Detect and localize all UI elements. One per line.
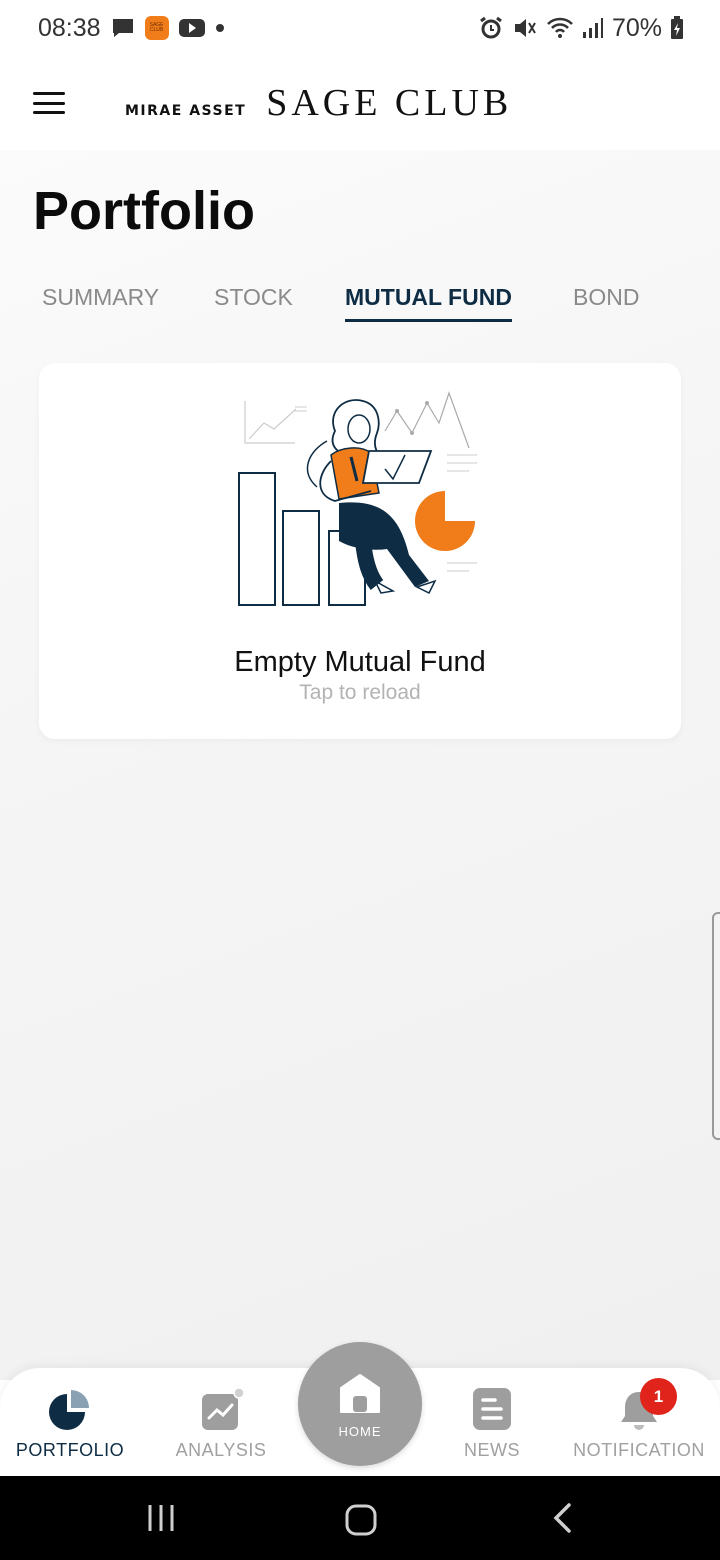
nav-analysis-label: ANALYSIS — [175, 1440, 267, 1460]
back-icon[interactable] — [550, 1502, 576, 1534]
tab-mutual-fund[interactable]: MUTUAL FUND — [345, 284, 512, 322]
sage-club-app-icon-text: SAGE CLUB — [149, 22, 164, 33]
signal-icon — [582, 18, 603, 38]
battery-percent: 70% — [611, 13, 662, 42]
alarm-icon — [480, 16, 502, 39]
home-icon — [340, 1374, 380, 1413]
system-nav-bar — [0, 1476, 720, 1560]
sage-club-app-icon: SAGE CLUB — [144, 16, 169, 40]
app-header: MIRAE ASSET SAGE CLUB — [0, 56, 720, 150]
system-home-icon[interactable] — [344, 1504, 378, 1536]
brand-big-text: SAGE CLUB — [266, 82, 513, 124]
nav-news[interactable]: NEWS — [432, 1368, 552, 1476]
brand-logo: MIRAE ASSET SAGE CLUB — [125, 81, 512, 125]
pie-chart-icon — [49, 1390, 89, 1430]
recent-apps-icon[interactable] — [146, 1502, 176, 1532]
nav-portfolio-label: PORTFOLIO — [15, 1440, 125, 1460]
page-title: Portfolio — [33, 181, 255, 241]
youtube-icon — [178, 19, 205, 37]
nav-news-label: NEWS — [464, 1440, 520, 1460]
home-button[interactable]: HOME — [298, 1342, 422, 1466]
status-bar: 08:38 SAGE CLUB 70% — [0, 0, 720, 56]
home-label: HOME — [338, 1424, 382, 1439]
reload-link[interactable]: Tap to reload — [39, 681, 681, 705]
mute-icon — [514, 19, 536, 37]
main-content: Portfolio SUMMARY STOCK MUTUAL FUND BOND — [0, 150, 720, 1380]
nav-analysis[interactable]: ANALYSIS — [150, 1368, 292, 1476]
status-time: 08:38 — [38, 13, 101, 42]
nav-portfolio[interactable]: PORTFOLIO — [0, 1368, 140, 1476]
news-icon — [473, 1388, 511, 1430]
brand-small-text: MIRAE ASSET — [125, 103, 247, 119]
empty-state-card[interactable]: Empty Mutual Fund Tap to reload — [39, 363, 681, 739]
nav-notification[interactable]: NOTIFICATION — [566, 1368, 712, 1476]
battery-icon — [671, 16, 683, 39]
wifi-icon — [547, 17, 573, 38]
message-icon — [112, 19, 133, 37]
edge-panel-handle[interactable] — [712, 912, 720, 1140]
dot-icon — [215, 24, 224, 32]
tab-summary[interactable]: SUMMARY — [42, 284, 159, 319]
menu-icon[interactable] — [33, 92, 65, 114]
tab-bond[interactable]: BOND — [573, 284, 639, 319]
nav-notification-label: NOTIFICATION — [573, 1440, 705, 1460]
notification-badge: 1 — [640, 1378, 677, 1415]
empty-portfolio-illustration — [238, 391, 477, 606]
empty-state-title: Empty Mutual Fund — [234, 646, 486, 678]
tab-stock[interactable]: STOCK — [214, 284, 293, 319]
portfolio-tabs: SUMMARY STOCK MUTUAL FUND BOND — [0, 284, 720, 334]
analysis-icon — [202, 1388, 245, 1430]
